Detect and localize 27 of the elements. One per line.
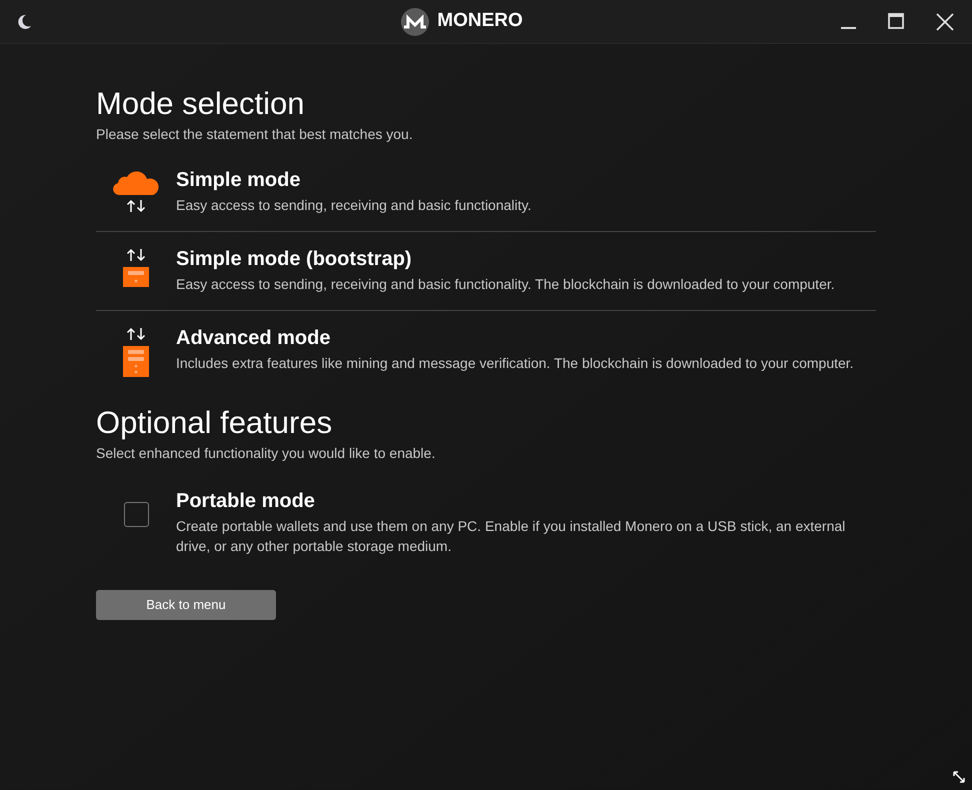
server-icon [123, 266, 149, 287]
mode-description: Includes extra features like mining and message verification. The blockchain is downloaded to your computer. [176, 354, 855, 373]
server-icon [123, 345, 149, 377]
section-title: Mode selection [96, 86, 306, 122]
mode-description: Easy access to sending, receiving and basic functionality. [176, 196, 532, 215]
checkbox[interactable] [124, 502, 148, 527]
back-button[interactable]: Back to menu [96, 590, 276, 620]
mode-title: Advanced mode [176, 326, 332, 351]
feature-title: Portable mode [176, 489, 316, 514]
mode-description: Easy access to sending, receiving and basic functionality. The blockchain is downloaded to your computer. [176, 275, 836, 294]
up-down-arrows-icon [126, 248, 146, 262]
mode-title: Simple mode (bootstrap) [176, 247, 413, 272]
mode-option[interactable]: Advanced mode Includes extra features like mining and message verification. The blockchain is downloaded to your computer. [96, 310, 876, 393]
section-title: Optional features [96, 405, 334, 441]
mode-option[interactable]: Simple mode (bootstrap) Easy access to sending, receiving and basic functionality. The blockchain is downloaded to your computer. [96, 231, 876, 310]
section-subtitle: Please select the statement that best matches you. [96, 125, 414, 144]
cloud-icon [113, 169, 159, 195]
mode-option[interactable]: Simple mode Easy access to sending, receiving and basic functionality. [96, 165, 876, 231]
up-down-arrows-icon [126, 327, 146, 341]
monero-logo-icon [401, 8, 430, 36]
moon-icon[interactable] [16, 14, 32, 30]
up-down-arrows-icon [126, 199, 146, 213]
window-title: MONERO [437, 9, 523, 34]
mode-title: Simple mode [176, 168, 302, 193]
section-subtitle: Select enhanced functionality you would like to enable. [96, 444, 436, 463]
resize-icon[interactable] [952, 770, 966, 784]
feature-description: Create portable wallets and use them on any PC. Enable if you installed Monero on a USB stick, an external drive, or any other portable storage medium. [176, 517, 846, 556]
